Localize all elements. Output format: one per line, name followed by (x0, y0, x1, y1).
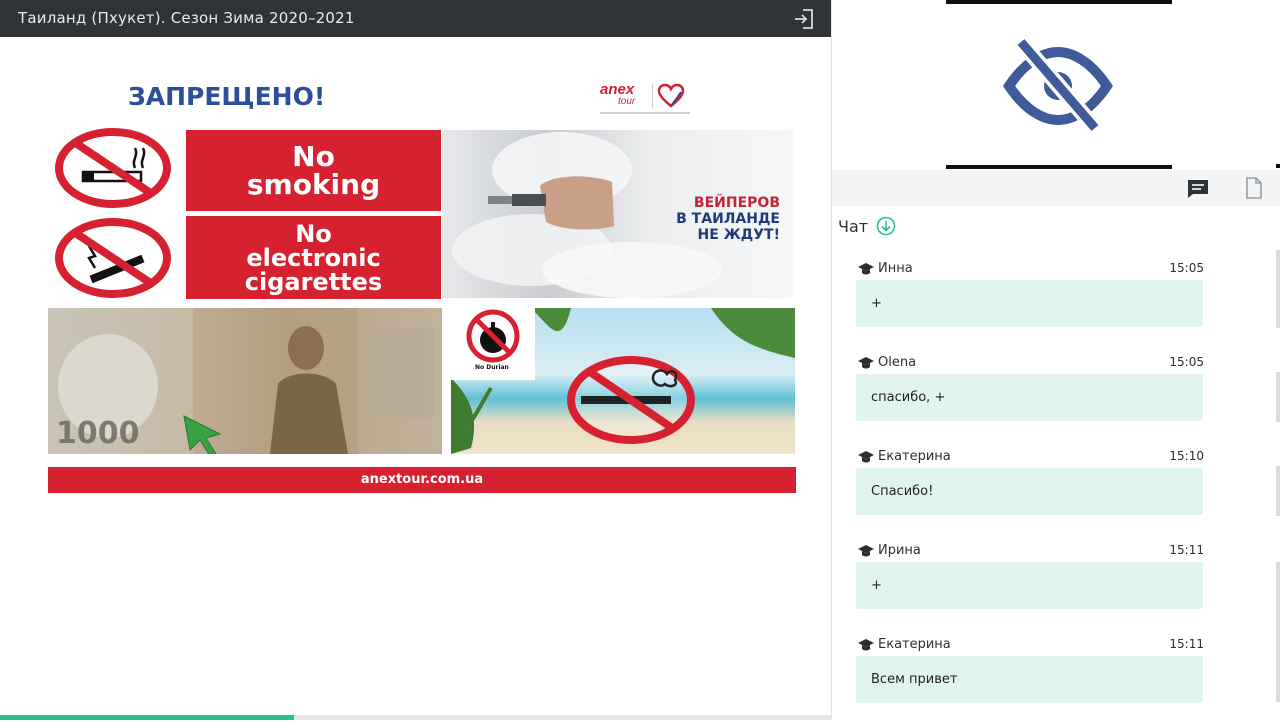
message-text: Всем привет (871, 672, 958, 687)
banknote-image: 1000 (48, 308, 442, 454)
exit-button[interactable] (790, 6, 818, 32)
message-text: спасибо, + (871, 390, 946, 405)
no-ecigarette-icon (55, 218, 171, 298)
banknote-illustration: 1000 (56, 308, 434, 454)
message-time: 15:05 (1169, 355, 1204, 369)
graduation-cap-icon (858, 357, 874, 369)
no-durian-label: No Durian (475, 364, 509, 371)
beach-image: No Durian (451, 308, 795, 454)
message-bubble: Спасибо! (856, 468, 1203, 515)
no-ecigarette-sign (54, 218, 172, 298)
vape-photo: ВЕЙПЕРОВ В ТАИЛАНДЕ НЕ ЖДУТ! (442, 130, 794, 298)
chat-tab[interactable] (1186, 178, 1210, 200)
graduation-cap-icon (858, 263, 874, 275)
message-time: 15:11 (1169, 543, 1204, 557)
adjacent-panel-edge (1276, 250, 1280, 328)
message-author: Инна (878, 261, 913, 276)
banner-text-line: smoking (246, 167, 381, 201)
presentation-header: Таиланд (Пхукет). Сезон Зима 2020–2021 (0, 0, 831, 37)
no-ecigarettes-banner: No electronic cigarettes (186, 216, 441, 299)
message-bubble: Всем привет (856, 656, 1203, 703)
exit-icon (795, 9, 813, 29)
chat-message: Olena 15:05 спасибо, + (856, 352, 1206, 446)
video-feed[interactable] (946, 0, 1172, 169)
chat-title: Чат (838, 216, 869, 236)
banner-text-line: cigarettes (244, 267, 383, 296)
chat-message: Екатерина 15:11 Всем привет (856, 634, 1206, 728)
slide-heading: ЗАПРЕЩЕНО! (128, 82, 326, 111)
banner-text-line: No (292, 139, 335, 173)
arrow-down-circle-icon[interactable] (876, 216, 896, 236)
no-smoking-sign (54, 128, 172, 208)
graduation-cap-icon (858, 545, 874, 557)
document-icon (1246, 177, 1262, 199)
graduation-cap-icon (858, 451, 874, 463)
message-author: Екатерина (878, 637, 951, 652)
chat-bubble-icon (1188, 180, 1208, 198)
message-author: Ирина (878, 543, 921, 558)
chat-message-list: Инна 15:05 + Olena 15:05 спасибо, + Екат… (856, 258, 1206, 728)
website-banner: anextour.com.ua (48, 467, 796, 493)
heart-icon (657, 83, 685, 108)
logo-tour-text: tour (618, 96, 636, 107)
no-durian-sign: No Durian (451, 308, 535, 380)
no-smoking-icon (55, 128, 171, 208)
vape-text-line: ВЕЙПЕРОВ (693, 195, 780, 211)
message-text: Спасибо! (871, 484, 934, 499)
eye-slash-icon (1003, 36, 1113, 134)
message-time: 15:11 (1169, 637, 1204, 651)
banner-text-line: No (295, 219, 332, 248)
message-bubble: + (856, 280, 1203, 327)
chat-message: Инна 15:05 + (856, 258, 1206, 352)
message-bubble: + (856, 562, 1203, 609)
message-author: Olena (878, 355, 917, 370)
no-durian-icon (466, 309, 520, 363)
presentation-pane: Таиланд (Пхукет). Сезон Зима 2020–2021 З… (0, 0, 1280, 720)
mouse-pointer-icon (183, 415, 222, 454)
message-time: 15:05 (1169, 261, 1204, 275)
vape-warning-text: ВЕЙПЕРОВ В ТАИЛАНДЕ НЕ ЖДУТ! (676, 195, 780, 243)
vape-text-line: В ТАИЛАНДЕ (676, 211, 780, 227)
adjacent-panel-edge (1276, 466, 1280, 516)
panel-tabs (832, 170, 1280, 206)
slide-progress-fill (0, 715, 295, 720)
chat-header: Чат (838, 214, 896, 238)
adjacent-panel-edge (1276, 372, 1280, 422)
chat-message: Ирина 15:11 + (856, 540, 1206, 634)
presentation-slide: ЗАПРЕЩЕНО! anex tour No smoking No elect… (48, 70, 796, 496)
logo-anex-text: anex (600, 81, 635, 98)
banknote-value: 1000 (56, 416, 140, 451)
message-text: + (871, 296, 882, 311)
files-tab[interactable] (1242, 176, 1266, 200)
message-time: 15:10 (1169, 449, 1204, 463)
presentation-title: Таиланд (Пхукет). Сезон Зима 2020–2021 (18, 9, 355, 27)
no-smoking-beach-icon (567, 356, 695, 444)
message-author: Екатерина (878, 449, 951, 464)
side-panel: Чат Инна 15:05 + Olena 15:05 спасибо, + (831, 0, 1280, 720)
vape-text-line: НЕ ЖДУТ! (697, 227, 781, 243)
message-bubble: спасибо, + (856, 374, 1203, 421)
scrollbar[interactable] (1276, 562, 1280, 702)
banner-text-line: electronic (246, 243, 381, 272)
graduation-cap-icon (858, 639, 874, 651)
chat-message: Екатерина 15:10 Спасибо! (856, 446, 1206, 540)
anex-tour-logo: anex tour (600, 82, 690, 118)
no-smoking-banner: No smoking (186, 130, 441, 211)
message-text: + (871, 578, 882, 593)
